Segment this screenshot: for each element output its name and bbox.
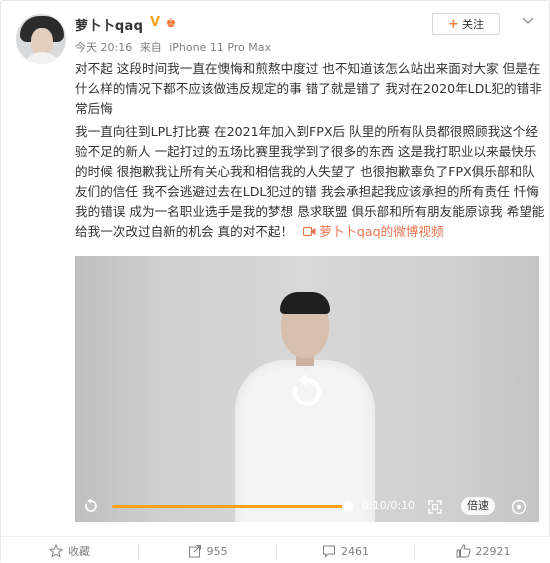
progress-bar[interactable]	[112, 501, 353, 512]
like-count: 22921	[475, 544, 511, 558]
comment-button[interactable]: 2461	[277, 537, 414, 563]
like-button[interactable]: 22921	[415, 537, 550, 563]
more-options-chevron-icon[interactable]	[520, 13, 536, 29]
post-content: 对不起 这段时间我一直在懊悔和煎熬中度过 也不知道该怎么站出来面对大家 但是在什…	[75, 59, 545, 242]
favorite-button[interactable]: 收藏	[1, 537, 138, 563]
member-crown-icon[interactable]: ♚	[164, 15, 178, 31]
progress-knob[interactable]	[342, 501, 353, 512]
content-paragraph-1: 对不起 这段时间我一直在懊悔和煎熬中度过 也不知道该怎么站出来面对大家 但是在什…	[75, 61, 542, 116]
vip-verified-icon[interactable]: V	[147, 15, 163, 31]
plus-icon: +	[448, 16, 459, 32]
volume-settings-icon[interactable]	[511, 499, 527, 515]
avatar-body	[22, 52, 62, 64]
content-paragraph-2: 我一直向往到LPL打比赛 在2021年加入到FPX后 队里的所有队员都很照顾我这…	[75, 122, 545, 242]
favorite-label: 收藏	[68, 545, 90, 558]
repost-button[interactable]: 955	[139, 537, 276, 563]
weibo-post-card: 萝卜卜qaq V ♚ 今天 20:16 来自 iPhone 11 Pro Max…	[0, 0, 550, 563]
repost-icon	[188, 545, 201, 558]
post-meta: 今天 20:16 来自 iPhone 11 Pro Max	[75, 39, 271, 55]
video-icon	[303, 226, 316, 237]
replay-icon[interactable]	[287, 372, 327, 412]
content-paragraph-2-text: 我一直向往到LPL打比赛 在2021年加入到FPX后 队里的所有队员都很照顾我这…	[75, 124, 545, 239]
control-replay-icon[interactable]	[83, 498, 99, 514]
avatar[interactable]	[16, 14, 66, 64]
video-controls: 0:10/0:10 倍速	[75, 492, 539, 522]
follow-button[interactable]: + 关注	[432, 13, 500, 35]
repost-count: 955	[206, 544, 228, 558]
thumbs-up-icon	[456, 544, 471, 558]
star-icon	[49, 544, 63, 558]
comment-icon	[323, 545, 335, 558]
video-link-label: 萝卜卜qaq的微博视频	[319, 224, 444, 239]
video-player[interactable]: 0:10/0:10 倍速	[75, 256, 539, 522]
post-time[interactable]: 今天 20:16	[75, 41, 132, 54]
author-name[interactable]: 萝卜卜qaq	[75, 15, 143, 34]
progress-fill	[112, 505, 347, 508]
post-device[interactable]: iPhone 11 Pro Max	[169, 41, 271, 54]
fullscreen-icon[interactable]	[428, 500, 442, 514]
comment-count: 2461	[341, 544, 369, 558]
video-time: 0:10/0:10	[362, 499, 416, 512]
source-prefix: 来自	[139, 41, 162, 54]
follow-label: 关注	[461, 18, 484, 31]
playback-speed-button[interactable]: 倍速	[461, 497, 495, 515]
video-person-hair	[280, 292, 330, 314]
action-bar: 收藏 955 2461 22921	[1, 536, 550, 563]
video-link[interactable]: 萝卜卜qaq的微博视频	[303, 224, 444, 239]
